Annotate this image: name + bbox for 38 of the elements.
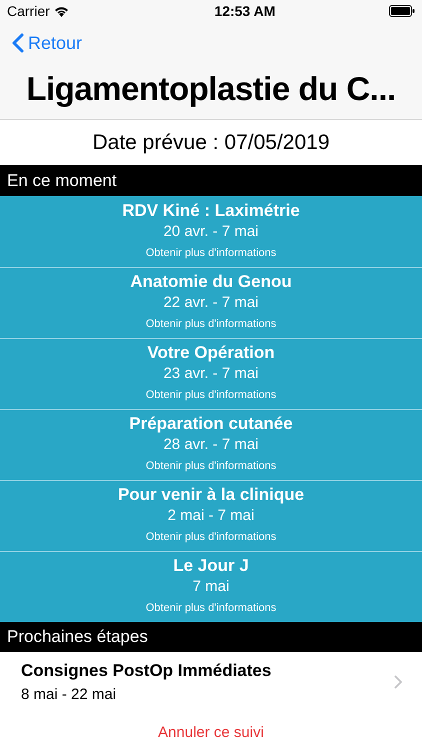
step-card[interactable]: Votre Opération 23 avr. - 7 mai Obtenir plus d'informations — [0, 338, 422, 409]
more-info-link[interactable]: Obtenir plus d'informations — [146, 526, 276, 548]
more-info-link[interactable]: Obtenir plus d'informations — [146, 597, 276, 619]
step-dates: 28 avr. - 7 mai — [163, 435, 259, 455]
chevron-left-icon — [12, 33, 24, 53]
step-dates: 8 mai - 22 mai — [21, 685, 118, 705]
clock-time: 12:53 AM — [214, 2, 276, 20]
more-info-link[interactable]: Obtenir plus d'informations — [146, 384, 276, 406]
section-title: En ce moment — [7, 170, 117, 192]
step-title: Consignes PostOp Immédiates — [21, 660, 272, 682]
step-card[interactable]: RDV Kiné : Laximétrie 20 avr. - 7 mai Obtenir plus d'informations — [0, 196, 422, 267]
more-info-link[interactable]: Obtenir plus d'informations — [146, 313, 276, 335]
step-dates: 2 mai - 7 mai — [168, 506, 254, 526]
planned-date: Date prévue : 07/05/2019 — [92, 130, 330, 156]
step-title: RDV Kiné : Laximétrie — [122, 200, 300, 222]
carrier-label: Carrier — [7, 2, 50, 20]
step-card[interactable]: Préparation cutanée 28 avr. - 7 mai Obtenir plus d'informations — [0, 409, 422, 480]
more-info-link[interactable]: Obtenir plus d'informations — [146, 242, 276, 264]
step-title: Pour venir à la clinique — [118, 484, 304, 506]
step-dates: 22 avr. - 7 mai — [163, 293, 259, 313]
battery-icon — [388, 5, 415, 17]
cancel-link[interactable]: Annuler ce suivi — [158, 722, 264, 744]
step-title: Anatomie du Genou — [130, 271, 292, 293]
step-row[interactable]: Consignes PostOp Immédiates 8 mai - 22 mai — [0, 652, 422, 712]
wifi-icon — [54, 6, 69, 16]
step-dates: 20 avr. - 7 mai — [163, 222, 259, 242]
step-dates: 23 avr. - 7 mai — [163, 364, 259, 384]
section-title: Prochaines étapes — [7, 626, 148, 648]
step-title: Votre Opération — [147, 342, 275, 364]
chevron-right-icon — [394, 675, 402, 689]
step-card[interactable]: Anatomie du Genou 22 avr. - 7 mai Obtenir plus d'informations — [0, 267, 422, 338]
page-title: Ligamentoplastie du C... — [26, 68, 396, 109]
step-card[interactable]: Pour venir à la clinique 2 mai - 7 mai Obtenir plus d'informations — [0, 480, 422, 551]
step-dates: 7 mai — [192, 577, 230, 597]
step-title: Préparation cutanée — [129, 413, 293, 435]
more-info-link[interactable]: Obtenir plus d'informations — [146, 455, 276, 477]
step-title: Le Jour J — [173, 555, 249, 577]
back-button[interactable]: Retour — [12, 28, 82, 58]
